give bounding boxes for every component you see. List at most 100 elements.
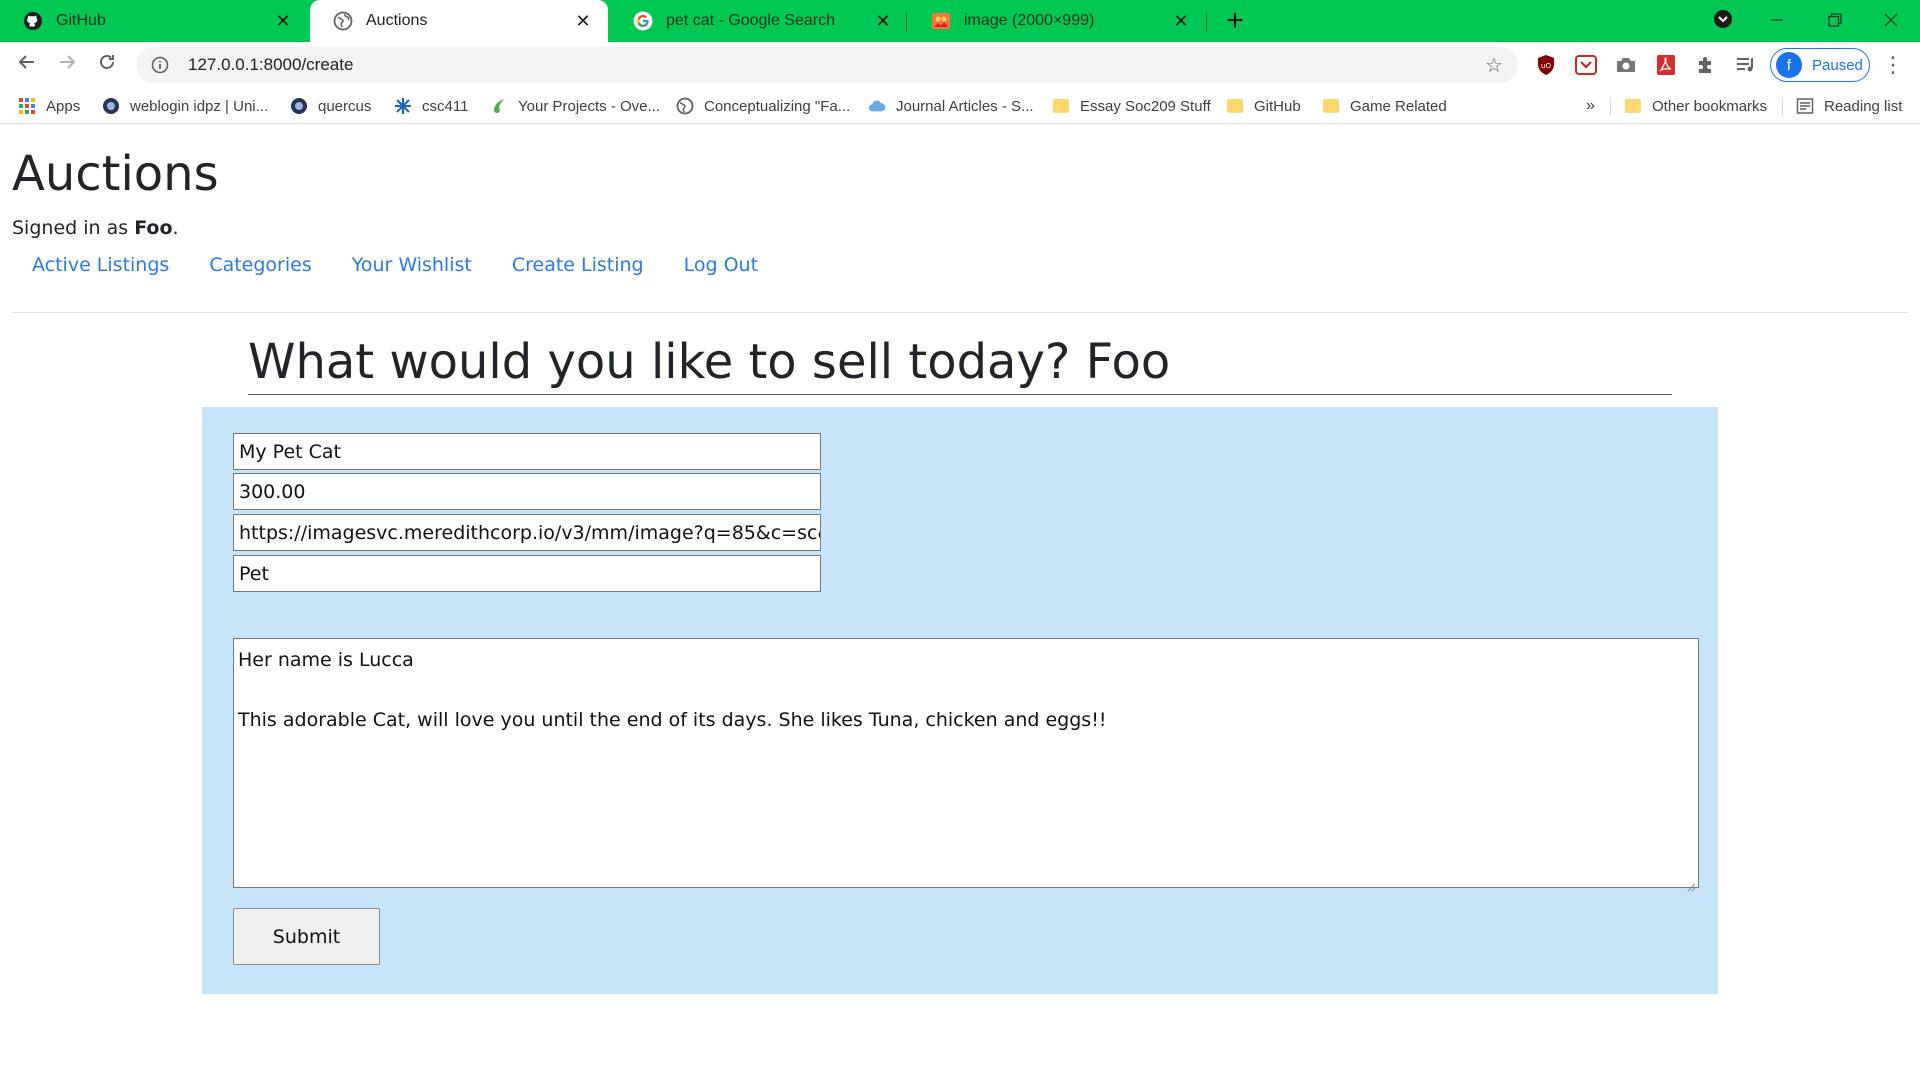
bookmark-quercus[interactable]: quercus xyxy=(290,92,371,120)
description-line: This adorable Cat, will love you until t… xyxy=(238,709,1107,731)
title-input[interactable]: My Pet Cat xyxy=(233,433,821,470)
submit-button[interactable]: Submit xyxy=(233,908,380,965)
folder-icon xyxy=(1052,97,1070,115)
overleaf-icon xyxy=(490,97,508,115)
category-input[interactable]: Pet xyxy=(233,555,821,592)
forward-arrow-icon xyxy=(57,52,77,78)
bookmark-label: Other bookmarks xyxy=(1652,97,1768,115)
folder-icon xyxy=(1226,97,1244,115)
page-content: Auctions Signed in as Foo. Active Listin… xyxy=(0,124,1920,1080)
tab-title: pet cat - Google Search xyxy=(666,12,835,29)
bookmark-folder-game[interactable]: Game Related xyxy=(1322,92,1447,120)
description-textarea[interactable]: Her name is Lucca This adorable Cat, wil… xyxy=(233,638,1699,892)
nav-categories[interactable]: Categories xyxy=(209,254,311,276)
signed-in-text: Signed in as Foo. xyxy=(12,217,179,239)
weblogin-icon xyxy=(102,97,120,115)
bookmark-label: Your Projects - Ove... xyxy=(518,97,661,115)
signed-in-suffix: . xyxy=(172,217,179,239)
create-listing-form: My Pet Cat 300.00 https://imagesvc.mered… xyxy=(202,407,1718,994)
image-icon xyxy=(930,10,952,32)
globe-icon xyxy=(676,97,694,115)
bookmark-other[interactable]: Other bookmarks xyxy=(1624,92,1767,120)
bookmark-journal-articles[interactable]: Journal Articles - S... xyxy=(868,92,1034,120)
extensions-puzzle-icon[interactable] xyxy=(1694,53,1718,77)
close-icon[interactable]: ✕ xyxy=(1170,10,1192,32)
description-line xyxy=(238,675,1694,705)
reload-icon xyxy=(97,52,117,78)
google-icon xyxy=(632,10,654,32)
bookmark-label: Journal Articles - S... xyxy=(896,97,1034,115)
menu-kebab-icon[interactable]: ⋮ xyxy=(1880,52,1906,78)
bookmark-label: csc411 xyxy=(422,97,469,115)
bookmark-apps[interactable]: Apps xyxy=(18,92,80,120)
description-line: Her name is Lucca xyxy=(238,649,414,671)
minimize-button[interactable] xyxy=(1748,0,1806,42)
bookmark-separator xyxy=(1610,98,1611,116)
minimize-icon xyxy=(1770,11,1784,32)
tab-search-button[interactable] xyxy=(1694,0,1752,42)
resize-handle-icon[interactable] xyxy=(1686,875,1696,892)
bookmark-csc411[interactable]: csc411 xyxy=(394,92,468,120)
close-icon[interactable]: ✕ xyxy=(572,10,594,32)
restore-button[interactable] xyxy=(1806,0,1864,42)
bookmark-weblogin[interactable]: weblogin idpz | Uni... xyxy=(102,92,268,120)
folder-icon xyxy=(1322,97,1340,115)
reload-button[interactable] xyxy=(90,48,124,82)
address-bar[interactable]: 127.0.0.1:8000/create ☆ xyxy=(136,47,1518,83)
tab-image[interactable]: image (2000×999) ✕ xyxy=(908,0,1206,42)
bookmark-label: Apps xyxy=(46,97,81,115)
media-queue-icon[interactable] xyxy=(1734,53,1758,77)
new-tab-button[interactable]: + xyxy=(1218,4,1252,38)
tab-separator xyxy=(1206,12,1207,32)
folder-icon xyxy=(1624,97,1642,115)
bookmark-label: Game Related xyxy=(1350,97,1447,115)
bookmark-folder-essay[interactable]: Essay Soc209 Stuff xyxy=(1052,92,1211,120)
close-icon[interactable]: ✕ xyxy=(872,10,894,32)
forward-button[interactable] xyxy=(50,48,84,82)
back-arrow-icon xyxy=(17,52,37,78)
quercus-icon xyxy=(290,97,308,115)
bookmark-label: Essay Soc209 Stuff xyxy=(1080,97,1211,115)
csc411-icon xyxy=(394,97,412,115)
bookmark-star-icon[interactable]: ☆ xyxy=(1482,53,1506,77)
close-icon xyxy=(1884,11,1898,32)
apps-grid-icon xyxy=(18,97,36,115)
bookmark-conceptualizing[interactable]: Conceptualizing "Fa... xyxy=(676,92,850,120)
image-url-input[interactable]: https://imagesvc.meredithcorp.io/v3/mm/i… xyxy=(233,514,821,551)
price-input[interactable]: 300.00 xyxy=(233,473,821,510)
nav-active-listings[interactable]: Active Listings xyxy=(32,254,169,276)
tab-auctions[interactable]: Auctions ✕ xyxy=(310,0,608,42)
profile-button[interactable]: f Paused xyxy=(1770,48,1870,82)
bookmark-label: GitHub xyxy=(1254,97,1301,115)
back-button[interactable] xyxy=(10,48,44,82)
close-window-button[interactable] xyxy=(1862,0,1920,42)
close-icon[interactable]: ✕ xyxy=(272,10,294,32)
svg-text:uO: uO xyxy=(1541,62,1551,70)
url-text: 127.0.0.1:8000/create xyxy=(188,55,354,74)
reading-list-button[interactable]: Reading list xyxy=(1796,92,1902,120)
bookmark-label: Reading list xyxy=(1824,97,1903,115)
info-icon[interactable] xyxy=(148,53,172,77)
pdf-icon[interactable] xyxy=(1654,53,1678,77)
nav-your-wishlist[interactable]: Your Wishlist xyxy=(352,254,472,276)
bookmark-folder-github[interactable]: GitHub xyxy=(1226,92,1301,120)
browser-toolbar: 127.0.0.1:8000/create ☆ uO f Paused ⋮ xyxy=(0,42,1920,88)
tab-github[interactable]: GitHub ✕ xyxy=(0,0,308,42)
avatar: f xyxy=(1776,52,1802,78)
ublock-icon[interactable]: uO xyxy=(1534,53,1558,77)
tab-google-search[interactable]: pet cat - Google Search ✕ xyxy=(610,0,908,42)
restore-icon xyxy=(1828,11,1842,32)
globe-icon xyxy=(332,10,354,32)
tab-title: GitHub xyxy=(56,12,106,29)
bookmark-overleaf[interactable]: Your Projects - Ove... xyxy=(490,92,660,120)
profile-status: Paused xyxy=(1812,56,1863,74)
nav-log-out[interactable]: Log Out xyxy=(684,254,758,276)
page-title: What would you like to sell today? Foo xyxy=(248,334,1672,395)
reading-list-icon xyxy=(1796,97,1814,115)
camera-icon[interactable] xyxy=(1614,53,1638,77)
chevron-down-icon xyxy=(1713,9,1733,34)
nav-create-listing[interactable]: Create Listing xyxy=(512,254,644,276)
site-title: Auctions xyxy=(12,146,219,202)
pocket-icon[interactable] xyxy=(1574,53,1598,77)
more-bookmarks-chevron-icon[interactable]: » xyxy=(1586,92,1595,120)
